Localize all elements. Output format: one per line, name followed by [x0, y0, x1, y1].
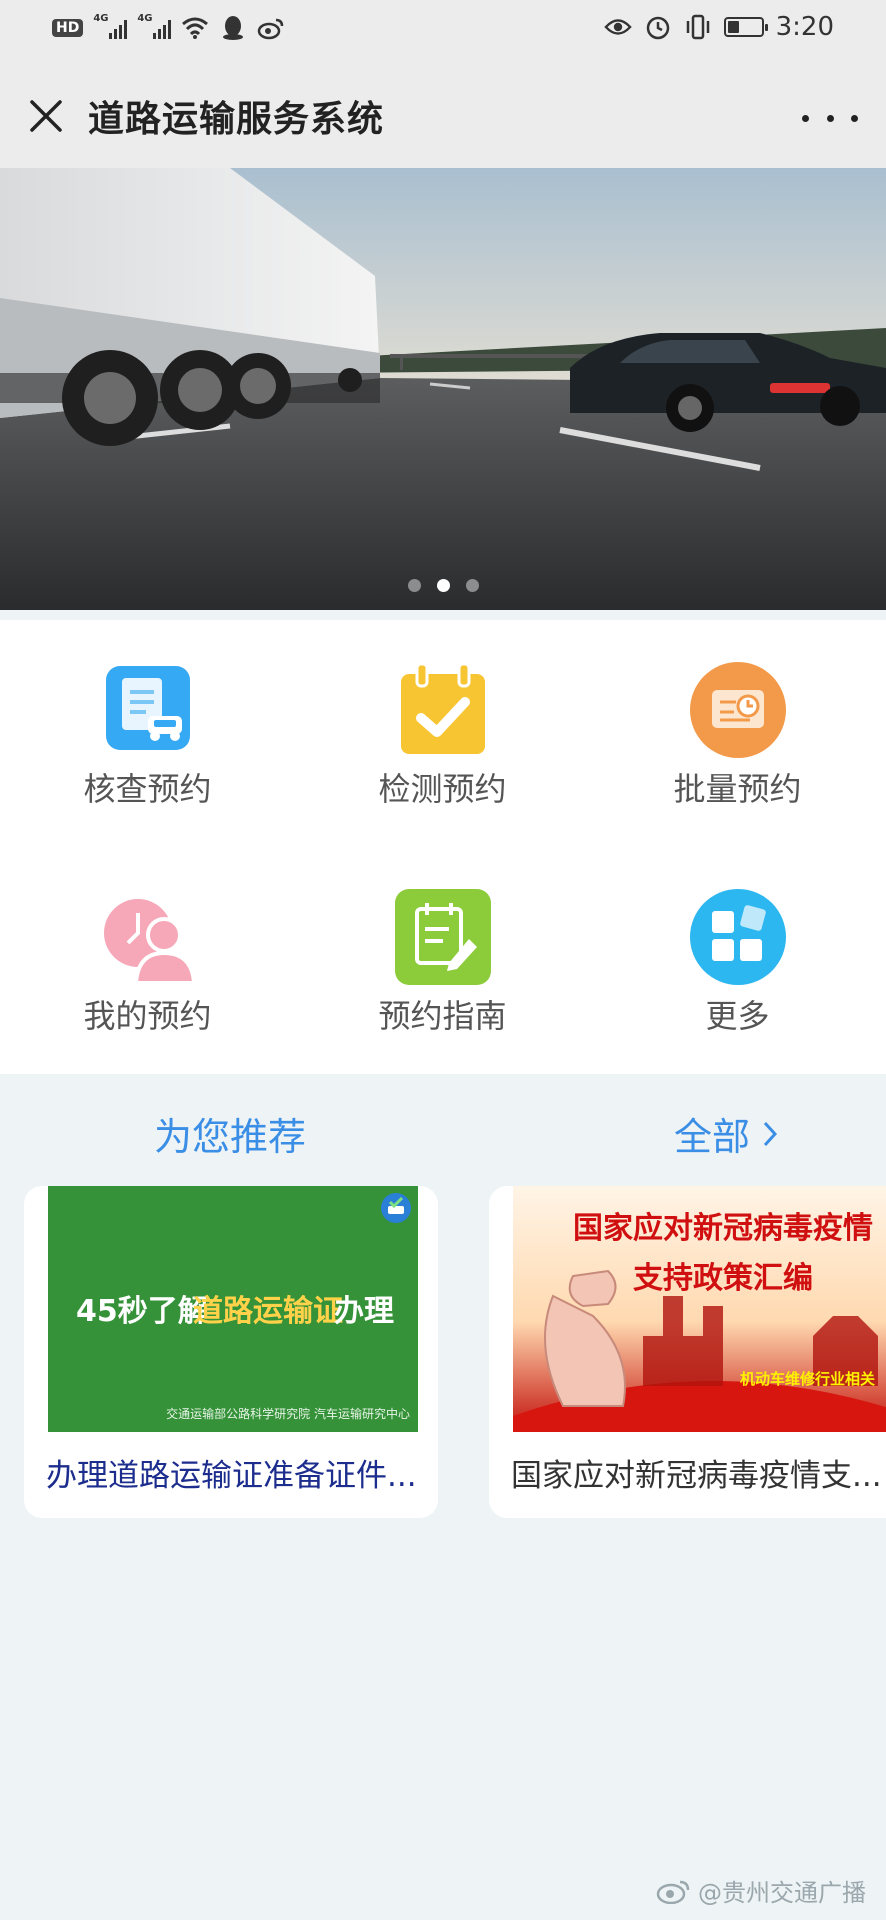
card-image-tag: 机动车维修行业相关 [740, 1370, 875, 1388]
network-type-1: 4G [93, 13, 109, 24]
recommend-title: 为您推荐 [154, 1115, 307, 1159]
qq-icon [219, 14, 247, 42]
battery-icon [723, 17, 768, 37]
grid-item-label: 更多 [705, 997, 770, 1035]
page-title: 道路运输服务系统 [88, 99, 385, 140]
weibo-icon [257, 14, 285, 42]
grid-item-batch-appointment[interactable]: 批量预约 [590, 620, 885, 820]
view-all-label: 全部 [674, 1115, 751, 1159]
more-dot-icon [826, 114, 834, 122]
grid-item-label: 我的预约 [83, 997, 212, 1035]
card-image-headline-a: 45秒了解 [76, 1294, 208, 1329]
hd-badge: HD [52, 19, 84, 37]
card-image-headline-b: 道路运输证 [193, 1294, 343, 1329]
close-icon [30, 100, 62, 132]
card-image-red: 国家应对新冠病毒疫情 支持政策汇编 机动车维修行业相关 [513, 1186, 886, 1432]
wifi-icon [181, 14, 209, 42]
card-image-title-1: 国家应对新冠病毒疫情 [573, 1211, 873, 1246]
watermark-text: @贵州交通广播 [698, 1879, 866, 1907]
document-car-icon [98, 660, 198, 760]
banner-carousel[interactable] [0, 168, 886, 610]
grid-item-inspection-appointment[interactable]: 检测预约 [295, 620, 590, 820]
card-caption: 国家应对新冠病毒疫情支... [511, 1458, 882, 1494]
more-options-button[interactable] [802, 100, 858, 136]
card-image-green: 45秒了解 道路运输证 办理 交通运输部公路科学研究院 汽车运输研究中心 [48, 1186, 418, 1432]
status-time: 3:20 [775, 12, 834, 42]
carousel-dot[interactable] [465, 579, 479, 592]
nav-bar: 道路运输服务系统 [0, 62, 886, 168]
recommend-card-covid-policy[interactable]: 国家应对新冠病毒疫情 支持政策汇编 机动车维修行业相关 国家应对新冠病毒疫情支.… [489, 1186, 886, 1518]
more-dot-icon [851, 114, 858, 122]
grid-item-more[interactable]: 更多 [590, 847, 885, 1047]
card-image-title-2: 支持政策汇编 [633, 1261, 813, 1296]
network-type-2: 4G [137, 13, 153, 24]
eye-icon [603, 13, 632, 41]
schedule-clock-icon [688, 660, 788, 760]
card-image-headline-c: 办理 [334, 1294, 394, 1329]
user-clock-icon [98, 887, 198, 987]
grid-item-label: 检测预约 [378, 770, 507, 808]
status-bar: HD 4G 4G 3:20 [0, 0, 886, 62]
calendar-check-icon [393, 660, 493, 760]
banner-image-highway [0, 168, 886, 610]
grid-item-appointment-guide[interactable]: 预约指南 [295, 847, 590, 1047]
grid-item-my-appointments[interactable]: 我的预约 [0, 847, 295, 1047]
view-all-link[interactable]: 全部 [674, 1106, 778, 1161]
grid-item-label: 预约指南 [378, 997, 507, 1035]
vibrate-icon [684, 13, 712, 41]
card-caption: 办理道路运输证准备证件... [46, 1458, 417, 1494]
watermark: @贵州交通广播 [656, 1873, 866, 1908]
apps-grid-icon [688, 887, 788, 987]
guide-pen-icon [393, 887, 493, 987]
grid-item-label: 核查预约 [83, 770, 212, 808]
carousel-dot[interactable] [407, 579, 421, 592]
card-image-footer: 交通运输部公路科学研究院 汽车运输研究中心 [166, 1406, 410, 1421]
carousel-indicator [0, 579, 886, 592]
grid-item-verify-appointment[interactable]: 核查预约 [0, 620, 295, 820]
signal-icon-2: 4G [137, 13, 172, 39]
recommend-header: 为您推荐 全部 [0, 1090, 886, 1170]
service-grid: 核查预约 检测预约 批量预约 我的预约 预约指南 更多 [0, 620, 886, 1074]
more-dot-icon [802, 114, 809, 122]
weibo-icon [656, 1880, 690, 1904]
close-button[interactable] [22, 92, 70, 140]
chevron-right-icon [763, 1121, 778, 1146]
grid-item-label: 批量预约 [673, 770, 802, 808]
signal-icon-1: 4G [93, 13, 128, 39]
carousel-dot[interactable] [436, 579, 450, 592]
recommend-card-transport-license[interactable]: 45秒了解 道路运输证 办理 交通运输部公路科学研究院 汽车运输研究中心 办理道… [24, 1186, 438, 1518]
alarm-icon [644, 13, 672, 41]
